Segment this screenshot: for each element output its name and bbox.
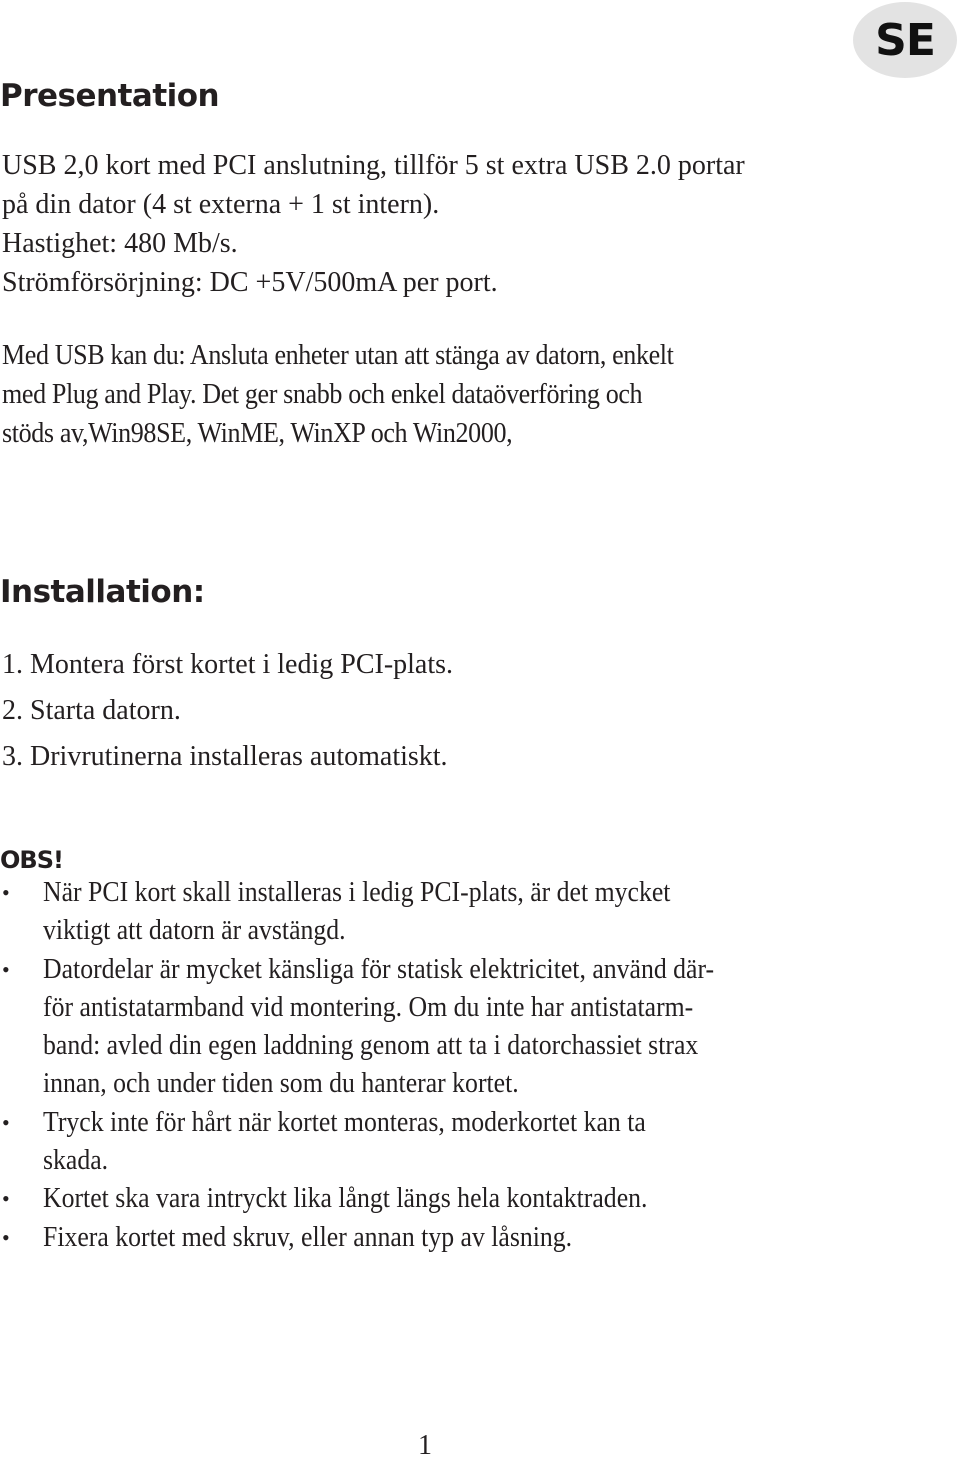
installation-step: 2. Starta datorn. (2, 695, 181, 726)
presentation-intro: USB 2,0 kort med PCI anslutning, tillför… (2, 146, 745, 302)
bullet-line: skada. (43, 1145, 109, 1177)
usb-description: Med USB kan du: Ansluta enheter utan att… (2, 336, 724, 453)
intro-line: Hastighet: 480 Mb/s. (2, 228, 238, 259)
bullet-line: Datordelar är mycket känsliga för statis… (43, 953, 715, 985)
page-number: 1 (418, 1430, 432, 1461)
bullet-line: Kortet ska vara intryckt lika långt läng… (43, 1183, 648, 1215)
bullet-line: viktigt att datorn är avstängd. (43, 915, 346, 947)
intro-line: Strömförsörjning: DC +5V/500mA per port. (2, 267, 498, 298)
bullet-icon: • (2, 1224, 10, 1250)
bullet-line: band: avled din egen laddning genom att … (43, 1030, 699, 1062)
bullet-icon: • (2, 956, 10, 982)
obs-bullet-item: • Tryck inte för hårt när kortet montera… (2, 1104, 862, 1181)
intro-line: på din dator (4 st externa + 1 st intern… (2, 189, 440, 220)
usb-line: Med USB kan du: Ansluta enheter utan att… (2, 340, 674, 371)
bullet-line: Tryck inte för hårt när kortet monteras,… (43, 1106, 646, 1138)
obs-bullet-item: • Kortet ska vara intryckt lika långt lä… (2, 1180, 862, 1218)
installation-steps: 1. Montera först kortet i ledig PCI-plat… (2, 642, 453, 780)
installation-step: 1. Montera först kortet i ledig PCI-plat… (2, 649, 454, 680)
language-badge: SE (853, 2, 957, 78)
installation-step: 3. Drivrutinerna installeras automatiskt… (2, 741, 448, 772)
intro-line: USB 2,0 kort med PCI anslutning, tillför… (2, 150, 745, 181)
obs-bullet-item: • Datordelar är mycket känsliga för stat… (2, 951, 862, 1104)
usb-line: stöds av,Win98SE, WinME, WinXP och Win20… (2, 418, 513, 449)
obs-bullet-item: • Fixera kortet med skruv, eller annan t… (2, 1219, 862, 1257)
obs-bullet-item: • När PCI kort skall installeras i ledig… (2, 874, 862, 951)
bullet-icon: • (2, 1186, 10, 1212)
obs-heading: OBS! (0, 846, 64, 874)
bullet-line: När PCI kort skall installeras i ledig P… (43, 877, 671, 908)
bullet-line: för antistatarmband vid montering. Om du… (43, 991, 694, 1023)
bullet-icon: • (2, 1109, 10, 1135)
usb-line: med Plug and Play. Det ger snabb och enk… (2, 379, 643, 410)
obs-bullet-list: • När PCI kort skall installeras i ledig… (2, 874, 862, 1257)
presentation-heading: Presentation (0, 78, 220, 114)
bullet-line: innan, och under tiden som du hanterar k… (43, 1068, 519, 1100)
bullet-icon: • (2, 880, 10, 905)
bullet-line: Fixera kortet med skruv, eller annan typ… (43, 1221, 573, 1253)
installation-heading: Installation: (0, 574, 205, 610)
